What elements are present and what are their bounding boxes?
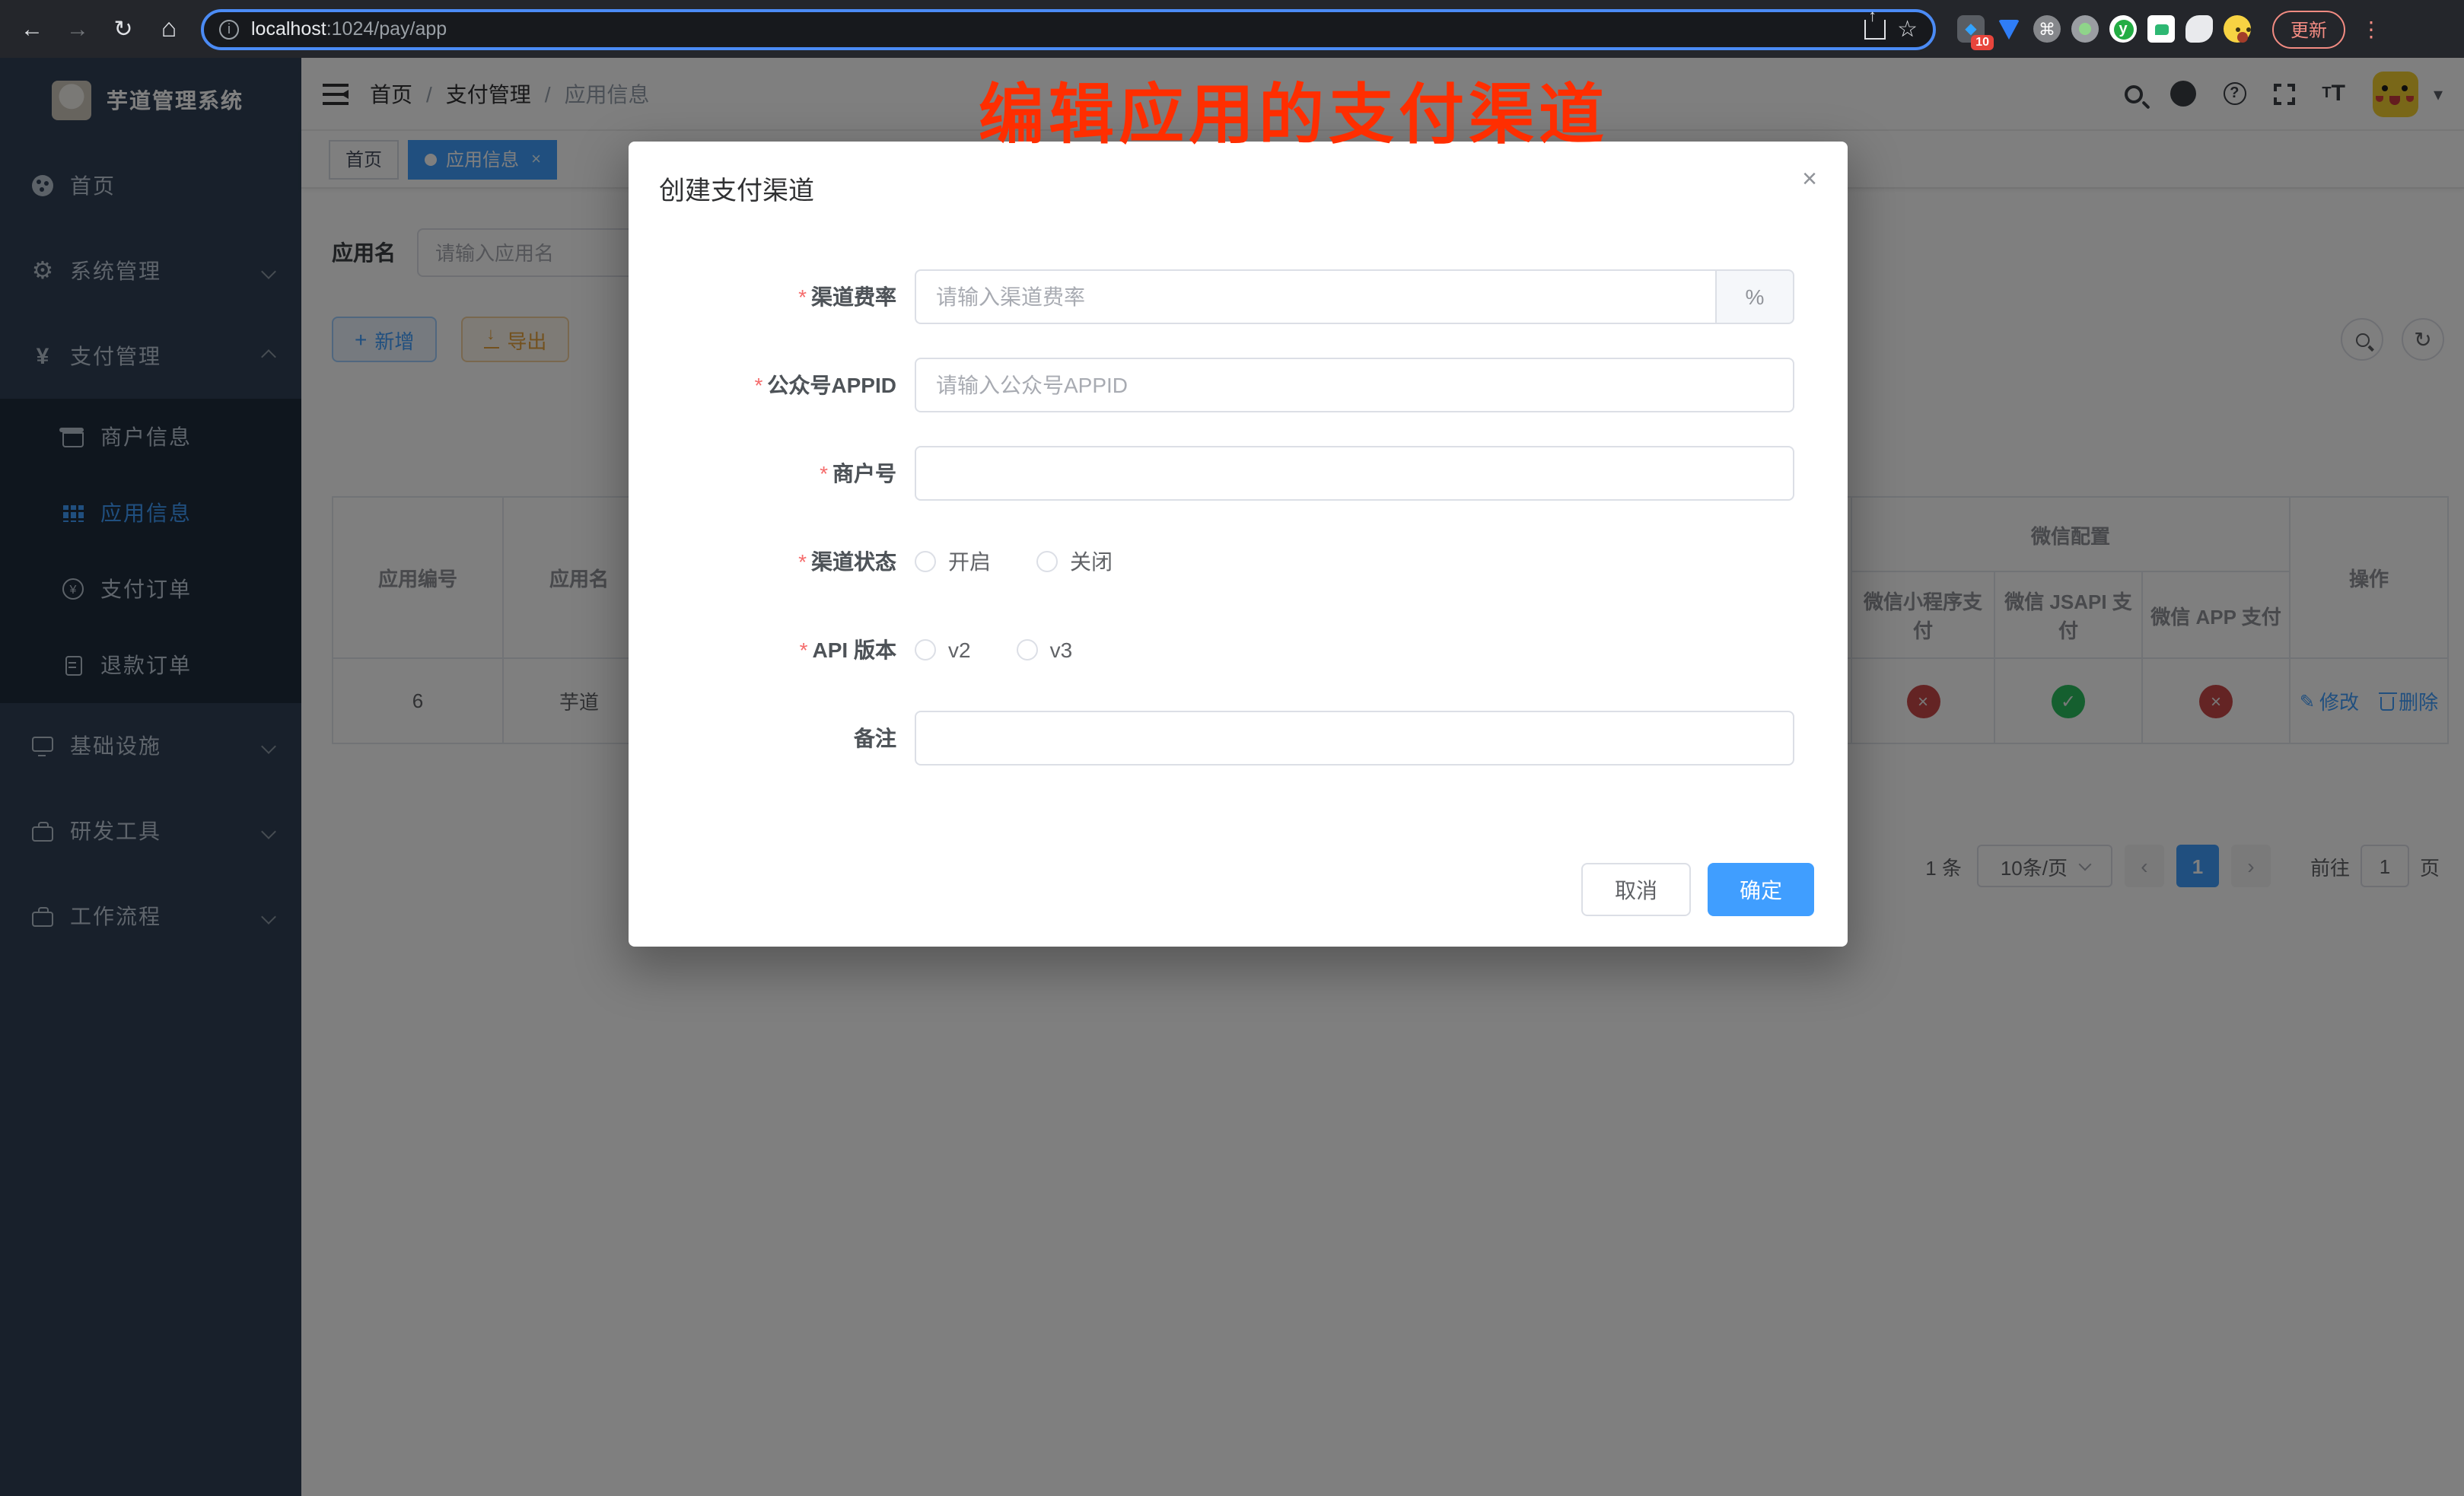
radio-circle-icon [915, 639, 936, 660]
radio-status-on[interactable]: 开启 [915, 546, 991, 577]
url-bar[interactable]: i localhost:1024/pay/app [201, 8, 1936, 49]
cancel-button[interactable]: 取消 [1581, 863, 1691, 916]
site-info-icon[interactable]: i [219, 19, 239, 39]
appid-input[interactable] [915, 358, 1794, 412]
extension-chat-icon[interactable] [2147, 15, 2175, 43]
confirm-button[interactable]: 确定 [1708, 863, 1814, 916]
dialog-title: 创建支付渠道 [659, 177, 814, 205]
share-icon[interactable] [1864, 19, 1885, 39]
radio-circle-icon [1036, 551, 1058, 572]
screenshot-root: i localhost:1024/pay/app 10 更新 芋道 [0, 0, 2464, 1496]
extension-abstract-icon[interactable]: 10 [1957, 15, 1985, 43]
extension-kite-icon[interactable] [1995, 15, 2023, 43]
browser-toolbar: i localhost:1024/pay/app 10 更新 [0, 0, 2464, 58]
dialog-body: *渠道费率 % *公众号APPID *商户号 [629, 215, 1848, 766]
extension-emoji-icon[interactable] [2224, 15, 2251, 43]
create-channel-dialog: 创建支付渠道 × *渠道费率 % *公众号APPID [629, 142, 1848, 947]
merchant-input[interactable] [915, 446, 1794, 501]
radio-api-v3[interactable]: v3 [1017, 638, 1073, 662]
field-merchant: *商户号 [629, 446, 1848, 501]
browser-menu-kebab-icon[interactable] [2361, 16, 2382, 42]
home-icon[interactable] [149, 9, 189, 49]
extension-command-icon[interactable] [2033, 15, 2061, 43]
rate-input[interactable] [915, 269, 1715, 324]
radio-api-v2[interactable]: v2 [915, 638, 971, 662]
percent-suffix: % [1715, 269, 1794, 324]
radio-status-off[interactable]: 关闭 [1036, 546, 1113, 577]
back-icon[interactable] [12, 9, 52, 49]
dialog-footer: 取消 确定 [629, 799, 1848, 916]
remark-input[interactable] [915, 711, 1794, 766]
extension-dot-icon[interactable] [2071, 15, 2099, 43]
field-remark: 备注 [629, 711, 1848, 766]
url-text: localhost:1024/pay/app [251, 18, 447, 40]
radio-circle-icon [915, 551, 936, 572]
extension-badge: 10 [1971, 35, 1994, 50]
app-page: 芋道管理系统 首页 系统管理 支付管理 商户信息 [0, 58, 2464, 1496]
bookmark-star-icon[interactable] [1897, 15, 1918, 43]
reload-icon[interactable] [103, 9, 143, 49]
field-appid: *公众号APPID [629, 358, 1848, 412]
field-api-version: *API 版本 v2 v3 [629, 622, 1848, 677]
extension-y-icon[interactable] [2109, 15, 2137, 43]
annotation-text: 编辑应用的支付渠道 [979, 62, 1609, 157]
browser-update-button[interactable]: 更新 [2272, 10, 2345, 48]
close-icon[interactable]: × [1802, 166, 1817, 192]
extensions-puzzle-icon[interactable] [2185, 15, 2213, 43]
field-rate: *渠道费率 % [629, 269, 1848, 324]
radio-circle-icon [1017, 639, 1038, 660]
field-status: *渠道状态 开启 关闭 [629, 534, 1848, 589]
extensions-row: 10 [1957, 15, 2251, 43]
forward-icon[interactable] [58, 9, 97, 49]
